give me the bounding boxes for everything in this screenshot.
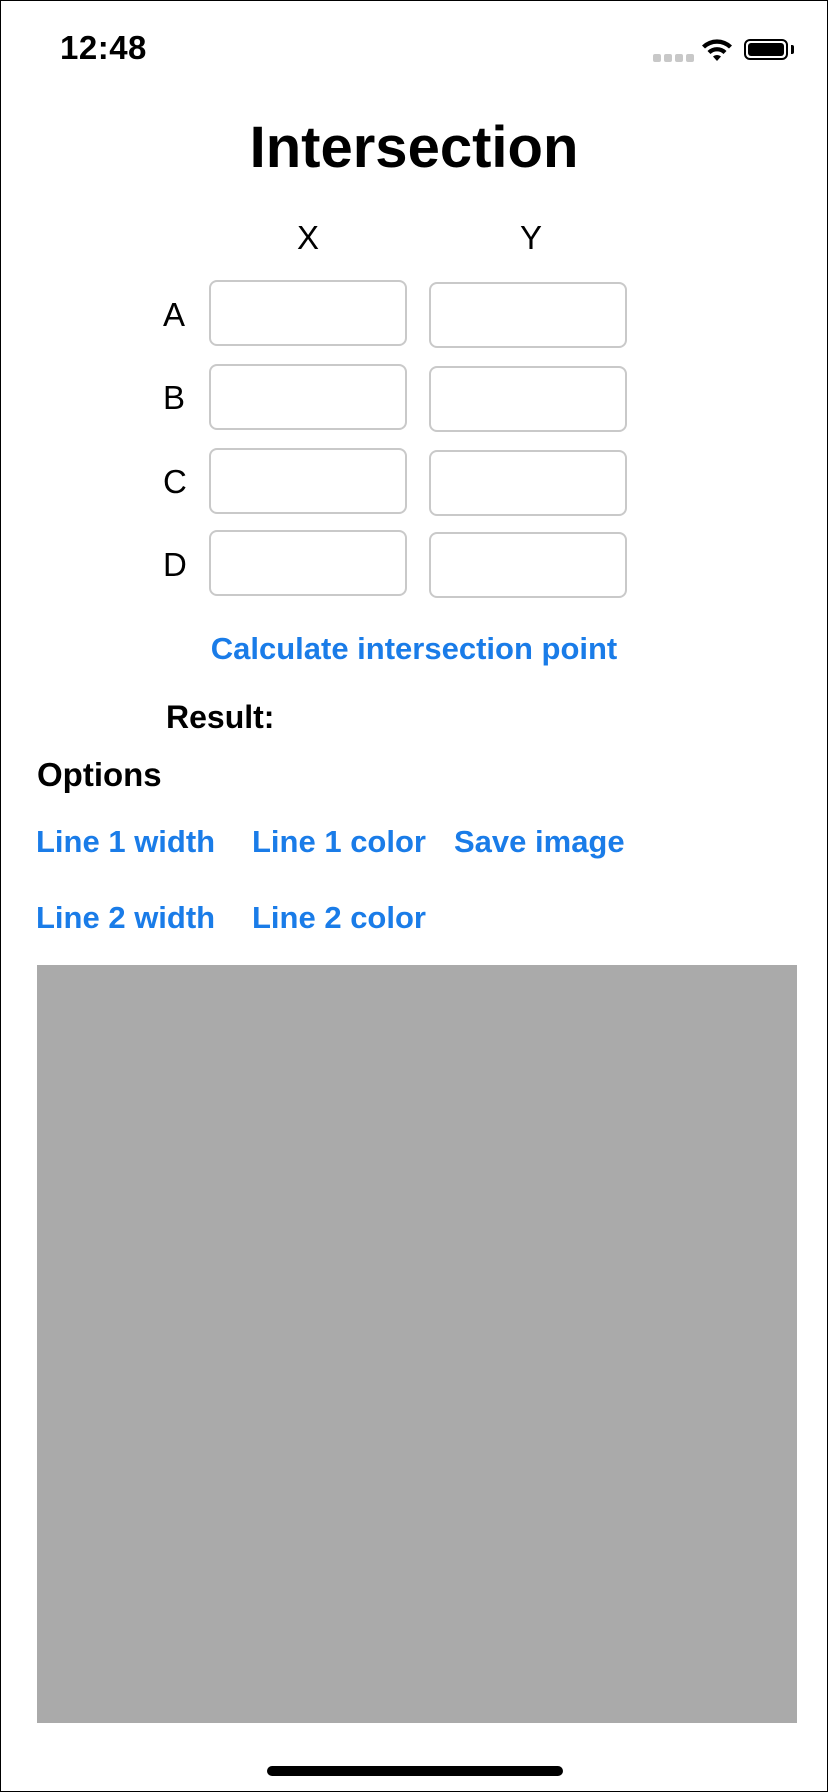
b-x-input[interactable] [211,366,405,428]
a-x-input[interactable] [211,282,405,344]
d-y-field[interactable] [429,532,627,598]
app-screen: 12:48 Intersection X Y A B C D Calculate… [0,0,828,1792]
wifi-icon [702,39,732,61]
status-time: 12:48 [60,29,147,66]
c-x-input[interactable] [211,450,405,512]
column-header-y: Y [519,219,542,256]
b-x-field[interactable] [209,364,407,430]
row-label-d: D [163,546,187,583]
row-label-a: A [163,296,186,333]
save-image-button[interactable]: Save image [454,824,625,860]
d-x-input[interactable] [211,532,405,594]
column-header-x: X [296,219,319,256]
b-y-field[interactable] [429,366,627,432]
drawing-canvas[interactable] [37,965,797,1723]
line2-color-button[interactable]: Line 2 color [252,900,426,936]
c-y-input[interactable] [431,452,625,514]
line1-color-button[interactable]: Line 1 color [252,824,426,860]
options-title: Options [37,756,162,793]
battery-icon [744,39,788,60]
line1-width-button[interactable]: Line 1 width [36,824,215,860]
row-label-c: C [163,463,187,500]
a-x-field[interactable] [209,280,407,346]
home-indicator[interactable] [267,1766,563,1776]
a-y-input[interactable] [431,284,625,346]
d-x-field[interactable] [209,530,407,596]
c-x-field[interactable] [209,448,407,514]
signal-dots-icon [653,54,694,62]
b-y-input[interactable] [431,368,625,430]
result-label: Result: [166,699,275,735]
d-y-input[interactable] [431,534,625,596]
c-y-field[interactable] [429,450,627,516]
calculate-intersection-button[interactable]: Calculate intersection point [1,631,827,667]
a-y-field[interactable] [429,282,627,348]
line2-width-button[interactable]: Line 2 width [36,900,215,936]
page-title: Intersection [249,115,579,180]
row-label-b: B [163,379,186,416]
battery-cap [791,45,794,54]
